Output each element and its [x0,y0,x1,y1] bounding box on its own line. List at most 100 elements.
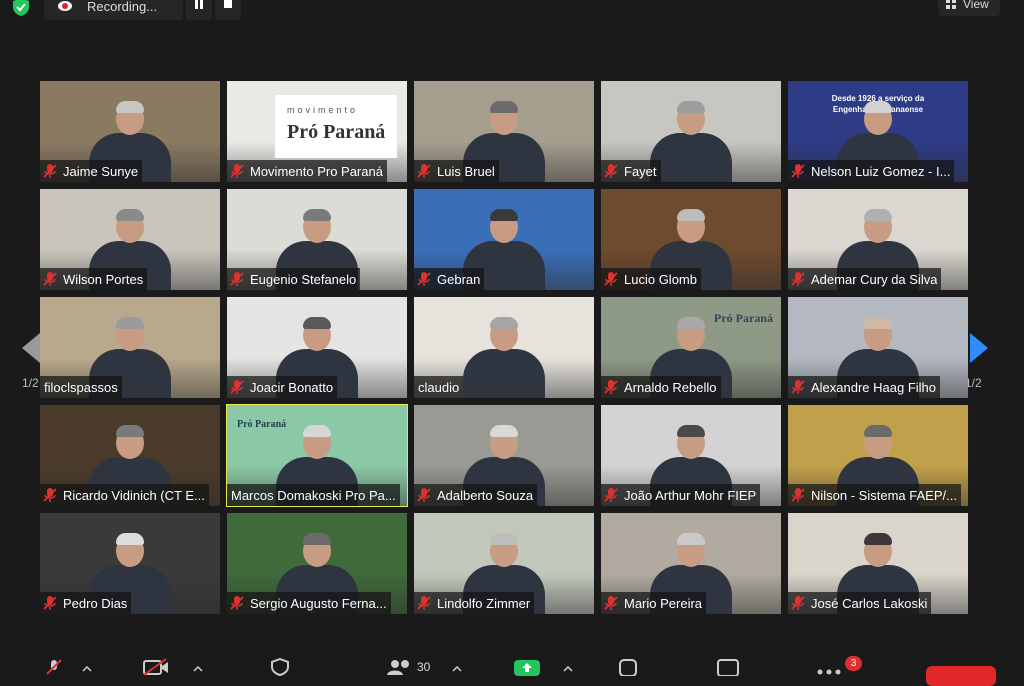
participant-video [837,101,919,182]
participant-name-tag: Movimento Pro Paraná [227,160,387,182]
hair-shape [490,533,518,545]
participant-name-tag: Joacir Bonatto [227,376,338,398]
participant-video [276,209,358,290]
participant-name-tag: Mario Pereira [601,592,707,614]
participant-video-tile[interactable]: Lindolfo Zimmer [414,513,594,614]
participant-video-tile[interactable]: Pedro Dias [40,513,220,614]
participant-video-tile[interactable]: José Carlos Lakoski [788,513,968,614]
logo-text: Pró Paraná [237,419,287,430]
body-shape [463,349,545,398]
muted-mic-icon[interactable] [44,658,64,676]
participant-video-tile[interactable]: Luis Bruel [414,81,594,182]
body-shape [650,133,732,182]
participant-video-tile[interactable]: Desde 1926 a serviço da Engenharia paran… [788,81,968,182]
participant-video-tile[interactable]: movimento Pró Paraná Movimento Pro Paraná [227,81,407,182]
security-icon[interactable] [270,658,290,676]
logo-text: Pró Paraná [287,121,386,143]
participant-video-tile[interactable]: Pró Paraná Marcos Domakoski Pro Pa... [226,404,408,507]
muted-mic-icon [417,488,431,502]
muted-mic-icon [417,596,431,610]
muted-mic-icon [791,488,805,502]
participant-video-tile[interactable]: Mario Pereira [601,513,781,614]
participant-video-tile[interactable]: Ricardo Vidinich (CT E... [40,405,220,506]
participant-name-tag: Wilson Portes [40,268,148,290]
recording-indicator: Recording... [44,0,183,20]
participant-name: João Arthur Mohr FIEP [624,487,757,503]
muted-mic-icon [417,164,431,178]
muted-mic-icon [417,272,431,286]
reactions-icon[interactable] [716,658,740,676]
participant-name-tag: Alexandre Haag Filho [788,376,941,398]
participant-video-tile[interactable]: Adalberto Souza [414,405,594,506]
audio-options-caret-icon[interactable] [82,666,92,672]
participant-name-tag: José Carlos Lakoski [788,592,932,614]
participant-name: Movimento Pro Paraná [250,163,383,179]
participant-name: filoclspassos [44,379,118,395]
participant-video [463,209,545,290]
participants-caret-icon[interactable] [452,666,462,672]
hair-shape [303,533,331,545]
participant-video-tile[interactable]: Jaime Sunye [40,81,220,182]
record-button-icon[interactable] [618,658,638,676]
stop-recording-button[interactable] [215,0,241,20]
participant-video-tile[interactable]: Lucio Glomb [601,189,781,290]
shield-check-icon[interactable] [12,0,30,16]
participant-name: Lucio Glomb [624,271,697,287]
logo-top-text: movimento [287,105,359,115]
participant-video-tile[interactable]: Joacir Bonatto [227,297,407,398]
video-off-icon[interactable] [142,658,170,676]
video-options-caret-icon[interactable] [193,666,203,672]
participant-video-tile[interactable]: claudio [414,297,594,398]
participant-name: Fayet [624,163,657,179]
participant-video [276,317,358,398]
next-page-icon[interactable] [968,333,988,363]
participant-name: Luis Bruel [437,163,495,179]
participant-name-tag: João Arthur Mohr FIEP [601,484,761,506]
participant-video [276,533,358,614]
participant-name-tag: claudio [414,376,464,398]
participant-video [650,425,732,506]
participant-video-tile[interactable]: Gebran [414,189,594,290]
participant-name-tag: Gebran [414,268,485,290]
participant-video-tile[interactable]: João Arthur Mohr FIEP [601,405,781,506]
participant-video-tile[interactable]: Fayet [601,81,781,182]
pro-parana-logo: movimento Pró Paraná [275,95,398,158]
participant-name: Wilson Portes [63,271,144,287]
previous-page-icon[interactable] [22,333,42,363]
hair-shape [116,425,144,437]
more-icon[interactable] [816,658,842,676]
participant-name: claudio [418,379,460,395]
participant-name-tag: Nilson - Sistema FAEP/... [788,484,961,506]
participant-name-tag: Lucio Glomb [601,268,701,290]
share-options-caret-icon[interactable] [563,666,573,672]
view-label: View [963,0,989,11]
participant-video-tile[interactable]: Ademar Cury da Silva [788,189,968,290]
participants-icon[interactable] [386,658,414,676]
muted-mic-icon [791,272,805,286]
participant-video-tile[interactable]: Pró Paraná Arnaldo Rebello [601,297,781,398]
pause-recording-button[interactable] [186,0,212,20]
muted-mic-icon [43,596,57,610]
participant-video-tile[interactable]: filoclspassos [40,297,220,398]
participant-video [463,425,545,506]
participant-video [837,209,919,290]
participant-video-tile[interactable]: Eugenio Stefanelo [227,189,407,290]
participant-video-tile[interactable]: Wilson Portes [40,189,220,290]
share-screen-icon[interactable] [513,658,541,676]
participant-video [463,533,545,614]
muted-mic-icon [791,164,805,178]
participant-name: Arnaldo Rebello [624,379,717,395]
participant-video [89,101,171,182]
participant-video [650,209,732,290]
end-meeting-button[interactable] [926,666,996,686]
participant-video-tile[interactable]: Nilson - Sistema FAEP/... [788,405,968,506]
hair-shape [490,101,518,113]
view-button[interactable]: View [938,0,1000,16]
participant-video [837,533,919,614]
participant-name: Joacir Bonatto [250,379,334,395]
participant-video-tile[interactable]: Alexandre Haag Filho [788,297,968,398]
participant-video-tile[interactable]: Sergio Augusto Ferna... [227,513,407,614]
participants-count: 30 [417,660,431,674]
hair-shape [864,209,892,221]
participant-video [89,209,171,290]
